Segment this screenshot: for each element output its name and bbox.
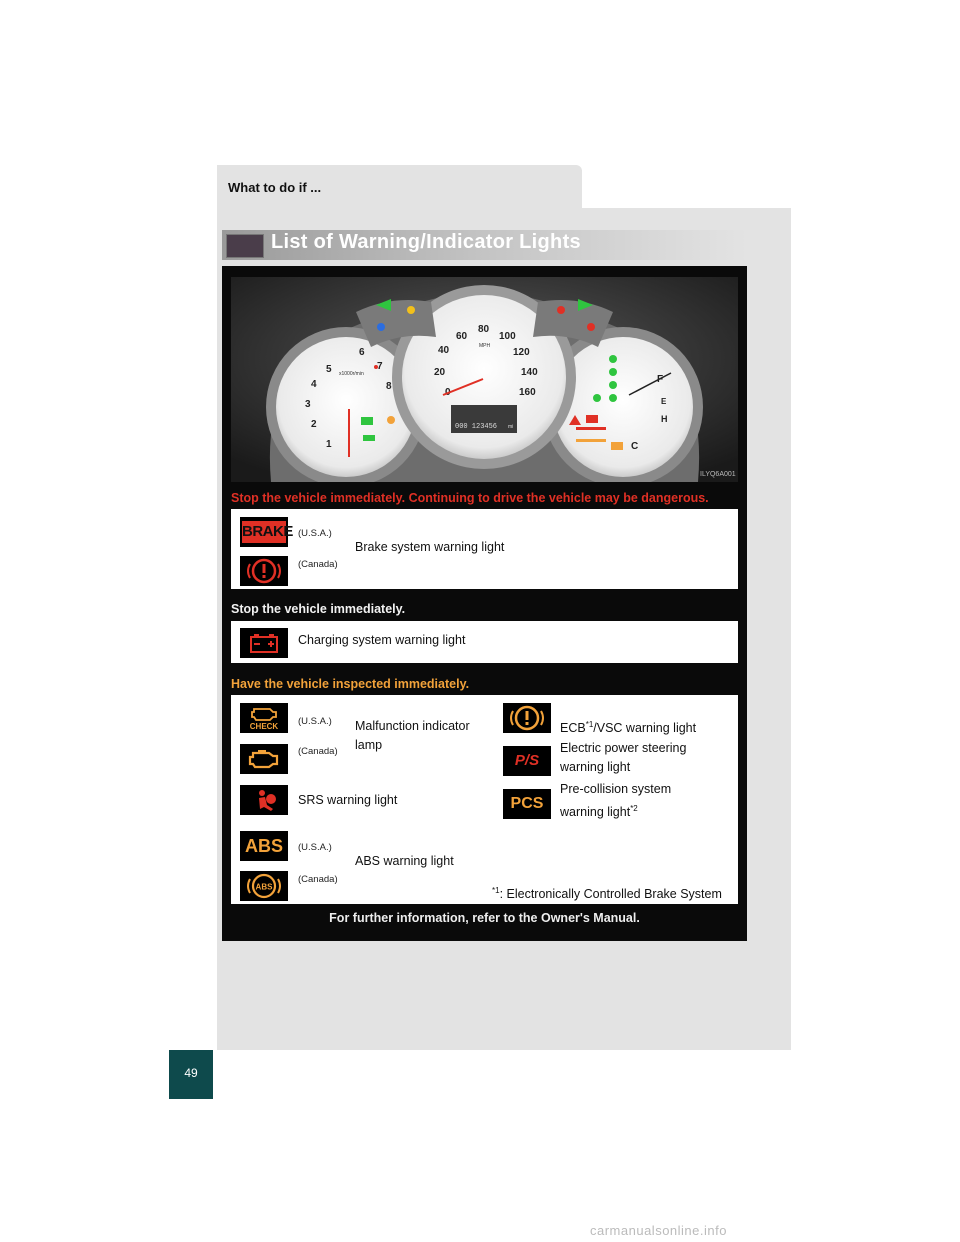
canada-label: (Canada) [298,559,338,570]
svg-text:E: E [661,397,667,406]
svg-text:120: 120 [513,347,530,358]
svg-text:mi: mi [508,424,513,430]
stop-heading: Stop the vehicle immediately. [231,602,406,616]
svg-text:MPH: MPH [479,343,491,349]
usa-label: (U.S.A.) [298,528,332,539]
svg-text:C: C [631,441,638,452]
check-engine-icon [240,744,288,774]
abs-text-icon: ABS [240,831,288,861]
check-engine-text-icon: CHECK [240,703,288,733]
svg-text:1: 1 [326,439,332,450]
svg-text:80: 80 [478,324,490,335]
page-number: 49 [184,1066,198,1080]
abs-circle-icon: ABS [240,871,288,901]
danger-heading: Stop the vehicle immediately. Continuing… [231,491,709,505]
instrument-cluster-illustration: 6 7 8 5 4 3 2 1 x1000r/min 0 20 40 60 80… [231,277,738,482]
srs-label: SRS warning light [298,793,398,807]
section-title: List of Warning/Indicator Lights [271,231,581,253]
ecb-footnote: *1: Electronically Controlled Brake Syst… [492,886,722,902]
svg-text:60: 60 [456,331,468,342]
chapter-title: What to do if ... [228,180,322,195]
svg-text:140: 140 [521,367,538,378]
ecb-vsc-label: ECB*1/VSC warning light [560,720,697,736]
watermark: carmanualsonline.info [590,1223,727,1238]
canada-label-3: (Canada) [298,874,338,885]
svg-text:6: 6 [359,347,365,358]
inspect-heading: Have the vehicle inspected immediately. [231,677,470,691]
svg-text:2: 2 [311,419,317,430]
charging-system-label: Charging system warning light [298,633,466,647]
srs-airbag-icon [240,785,288,815]
svg-text:8: 8 [386,381,392,392]
battery-icon [240,628,288,658]
brake-text-icon: BRAKE [240,517,293,547]
usa-label-2: (U.S.A.) [298,716,332,727]
svg-text:000 123456: 000 123456 [455,423,497,431]
power-steering-icon: P/S [503,746,551,776]
svg-text:x1000r/min: x1000r/min [339,371,364,377]
brake-system-label: Brake system warning light [355,540,505,554]
svg-text:7: 7 [377,361,383,372]
brake-circle-icon [240,556,288,586]
svg-text:H: H [661,414,668,424]
svg-text:ABS: ABS [256,883,274,892]
abs-label: ABS warning light [355,854,454,868]
usa-label-3: (U.S.A.) [298,842,332,853]
title-swatch [226,234,264,258]
svg-text:3: 3 [305,399,311,410]
cluster-image-code: ILYQ6A001 [700,471,736,478]
footer-note: For further information, refer to the Ow… [329,911,640,925]
power-steering-label: Electric power steering warning light [560,741,687,774]
svg-text:5: 5 [326,364,332,375]
svg-text:40: 40 [438,345,450,356]
ecb-vsc-icon [503,703,551,733]
pcs-label: Pre-collision system warning light*2 [560,782,672,820]
malfunction-indicator-label: Malfunction indicator lamp [355,719,470,752]
svg-text:160: 160 [519,387,536,398]
canada-label-2: (Canada) [298,746,338,757]
svg-text:100: 100 [499,331,516,342]
pcs-icon: PCS [503,789,551,819]
svg-text:4: 4 [311,379,317,390]
svg-text:20: 20 [434,367,446,378]
